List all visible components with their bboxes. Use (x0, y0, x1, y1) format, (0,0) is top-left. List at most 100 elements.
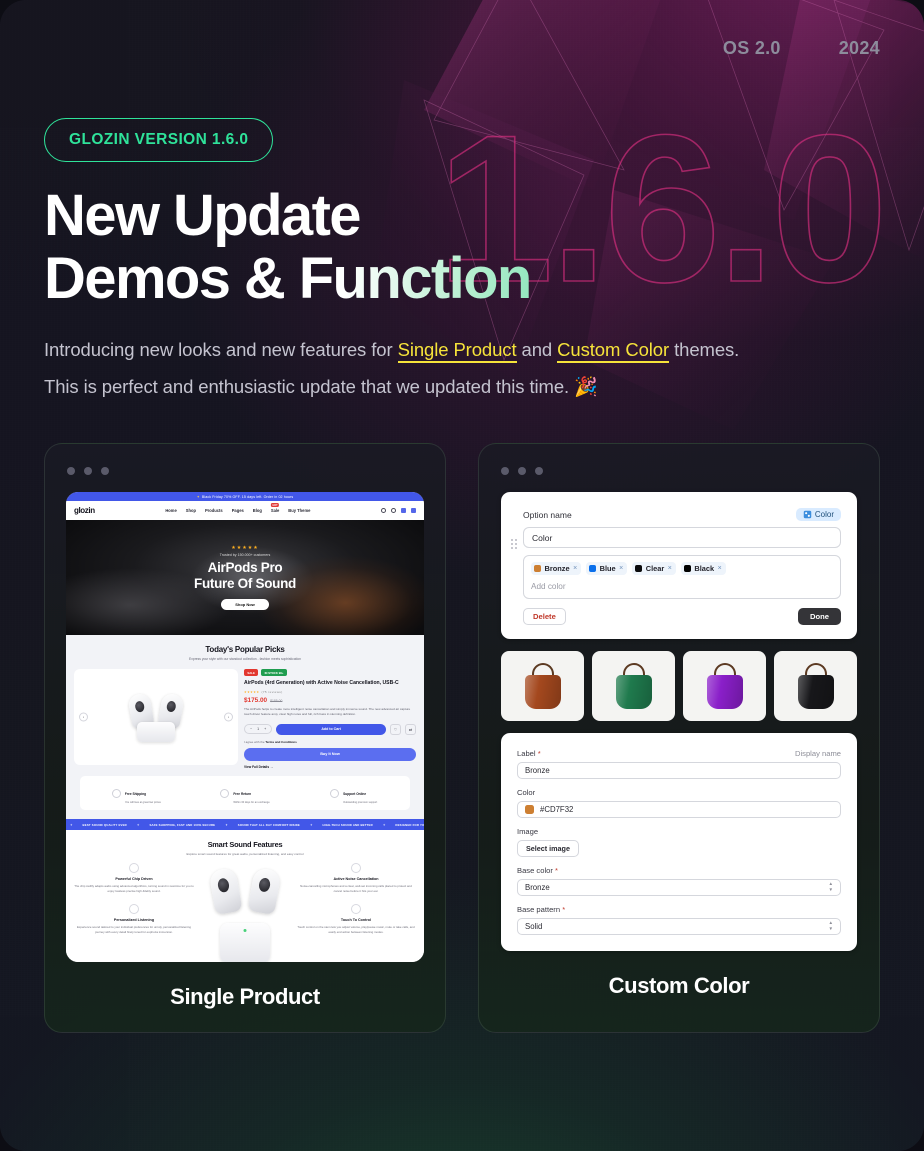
quantity-stepper[interactable]: − 1 + (244, 724, 273, 735)
smart-col-right: Active Noise Cancellation Noise-cancelli… (296, 863, 416, 945)
window-dot-close (501, 467, 509, 475)
label-title-text: Label (517, 749, 536, 758)
marquee-star-icon: ✦ (70, 822, 73, 827)
chip-remove-icon[interactable]: × (718, 565, 722, 572)
view-full-details-link[interactable]: View Full Details → (244, 765, 416, 769)
party-popper-icon: 🎉 (574, 376, 598, 398)
cart-icon[interactable] (411, 508, 416, 513)
nav-item-shop[interactable]: Shop (186, 508, 196, 513)
wishlist-heart-icon[interactable]: ♡ (390, 723, 401, 735)
product-image-gallery[interactable]: ‹ › (74, 669, 238, 765)
color-chip-clear[interactable]: Clear × (632, 562, 676, 575)
terms-checkbox-row[interactable]: I agree with the Terms and Conditions (244, 740, 416, 744)
variant-swatch-black[interactable] (774, 651, 857, 721)
bag-body (615, 675, 652, 709)
marquee-star-icon: ✦ (382, 822, 386, 827)
storefront-nav-icons (381, 508, 416, 513)
wishlist-icon[interactable] (401, 508, 406, 513)
nav-item-products[interactable]: Products (205, 508, 223, 513)
color-chip-list: Bronze × Blue × Clear × Black × (531, 562, 833, 575)
feature-subtitle: Outstanding premium support (343, 801, 378, 805)
base-pattern-select[interactable]: Solid ▲ ▼ (517, 918, 841, 935)
card-label-single-product: Single Product (170, 984, 320, 1009)
delete-button[interactable]: Delete (523, 608, 566, 625)
color-input-swatch[interactable] (525, 805, 534, 814)
showcase-card-custom-color[interactable]: Option name Color Color Bronze × Blue × … (478, 443, 880, 1033)
base-color-title: Base color * (517, 866, 841, 875)
label-field-row: Label * Display name (517, 749, 841, 758)
single-product-link[interactable]: Single Product (397, 339, 517, 364)
subtitle-text-a: Introducing new looks and new features f… (44, 339, 398, 361)
hero-title-a: AirPods (207, 559, 261, 575)
quantity-decrease[interactable]: − (250, 727, 252, 731)
marquee-star-icon: ✦ (136, 822, 140, 827)
chevron-updown-icon: ▲ ▼ (828, 881, 833, 892)
add-color-input[interactable]: Add color (531, 582, 833, 591)
nav-item-pages[interactable]: Pages (232, 508, 244, 513)
variant-swatch-purple[interactable] (683, 651, 766, 721)
done-button[interactable]: Done (798, 608, 841, 625)
gallery-prev-icon[interactable]: ‹ (79, 712, 88, 722)
quantity-increase[interactable]: + (264, 727, 266, 731)
nav-item-home[interactable]: Home (165, 508, 176, 513)
custom-color-link[interactable]: Custom Color (557, 339, 669, 364)
option-values-box[interactable]: Bronze × Blue × Clear × Black × Add colo… (523, 555, 841, 599)
storefront-preview[interactable]: ✦ Black Friday 70% OFF. 15 days left. Or… (66, 492, 424, 962)
window-dots (479, 460, 879, 475)
color-chip-black[interactable]: Black × (680, 562, 726, 575)
option-name-input[interactable]: Color (523, 527, 841, 548)
base-pattern-title-text: Base pattern (517, 905, 561, 914)
smart-feature-desc: Touch control on the stem lets you adjus… (297, 924, 415, 934)
chip-label: Blue (599, 564, 616, 573)
popular-picks-heading: Today's Popular Picks (205, 645, 285, 654)
color-input[interactable]: #CD7F32 (517, 801, 841, 818)
announcement-bar: ✦ Black Friday 70% OFF. 15 days left. Or… (66, 492, 424, 501)
chip-label: Clear (645, 564, 665, 573)
chip-remove-icon[interactable]: × (668, 565, 672, 572)
showcase-card-single-product[interactable]: ✦ Black Friday 70% OFF. 15 days left. Or… (44, 443, 446, 1033)
buy-it-now-button[interactable]: Buy It Now (244, 748, 416, 761)
variant-swatch-bronze[interactable] (501, 651, 584, 721)
nav-item-sale[interactable]: HOT Sale (271, 503, 279, 513)
drag-handle-icon[interactable] (511, 539, 517, 549)
card-label-custom-color: Custom Color (608, 973, 750, 998)
terms-link[interactable]: Terms and Conditions (265, 740, 296, 744)
marquee-item-0: BEST SOUND QUALITY EVER (82, 822, 127, 827)
window-dot-minimize (84, 467, 92, 475)
hero-title-b: Pro (260, 559, 283, 575)
headline-line-2: Demos & Function (44, 247, 884, 310)
nav-item-blog[interactable]: Blog (253, 508, 262, 513)
base-color-select[interactable]: Bronze ▲ ▼ (517, 879, 841, 896)
color-chip-blue[interactable]: Blue × (586, 562, 628, 575)
storefront-logo[interactable]: glozin (74, 506, 95, 515)
marquee-item-4: DESIGNED FOR YOU TO ENJOY (395, 822, 424, 827)
admin-preview: Option name Color Color Bronze × Blue × … (479, 492, 879, 951)
smart-feature-title: Powerful Chip Driven (115, 877, 153, 882)
window-dot-close (67, 467, 75, 475)
return-icon (220, 788, 230, 798)
gallery-next-icon[interactable]: › (224, 712, 233, 722)
smart-sound-subheading: Explore smart sound features for great a… (186, 852, 304, 857)
color-chip-bronze[interactable]: Bronze × (531, 562, 582, 575)
chip-remove-icon[interactable]: × (619, 565, 623, 572)
chip-remove-icon[interactable]: × (573, 565, 577, 572)
variant-swatch-green[interactable] (592, 651, 675, 721)
compare-icon[interactable]: ⇄ (405, 723, 416, 735)
shop-now-button[interactable]: Shop Now (221, 599, 269, 611)
add-to-cart-button[interactable]: Add to Cart (276, 723, 386, 736)
product-price: $175.00 $185.00 (244, 697, 416, 704)
showcase-cards: ✦ Black Friday 70% OFF. 15 days left. Or… (44, 443, 880, 1033)
smart-feature-noise-cancellation: Active Noise Cancellation Noise-cancelli… (296, 863, 416, 894)
account-icon[interactable] (391, 508, 396, 513)
option-type-badge[interactable]: Color (795, 508, 841, 521)
headline-line-2b: Function (298, 246, 531, 312)
smart-feature-title: Personalized Listening (113, 918, 155, 923)
select-image-button[interactable]: Select image (517, 840, 579, 857)
feature-subtitle: You will love at great low prices (124, 801, 161, 805)
label-input[interactable]: Bronze (517, 762, 841, 779)
product-title[interactable]: AirPods (4rd Generation) with Active Noi… (244, 680, 416, 687)
subtitle-text-d: This is perfect and enthusiastic update … (44, 375, 575, 397)
black-bag-icon (796, 663, 836, 709)
nav-item-buy-theme[interactable]: Buy Theme (288, 508, 310, 513)
search-icon[interactable] (381, 508, 386, 513)
